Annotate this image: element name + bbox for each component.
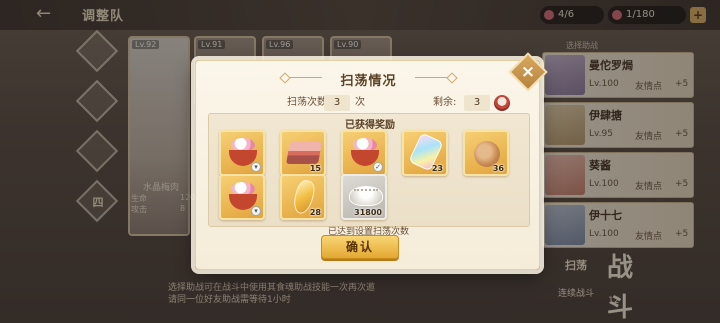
sweep-result-dialog: 扫荡情况 扫荡次数 3 次 剩余: 3 已获得奖励 ▾ 15 ✓ 23 36 ▾…	[195, 60, 540, 270]
check-badge-icon: ✓	[373, 162, 383, 172]
reward-item[interactable]: 36	[463, 130, 509, 176]
sweep-count-unit: 次	[355, 97, 365, 108]
reward-item[interactable]: ▾	[219, 174, 265, 220]
item-count: 28	[309, 208, 321, 217]
item-count: 36	[492, 164, 504, 173]
remaining-label: 剩余:	[433, 97, 457, 108]
reward-item[interactable]: 15	[280, 130, 326, 176]
reward-item[interactable]: 28	[280, 174, 326, 220]
bonus-badge-icon: ▾	[251, 206, 261, 216]
stamina-bowl-icon	[494, 95, 510, 111]
title-ornament	[415, 77, 449, 78]
reward-item[interactable]: ✓	[341, 130, 387, 176]
reward-panel: 已获得奖励 ▾ 15 ✓ 23 36 ▾ 28 31800	[208, 113, 530, 227]
remaining-value: 3	[464, 95, 490, 111]
dialog-title: 扫荡情况	[340, 74, 397, 89]
reward-item[interactable]: ▾	[219, 130, 265, 176]
confirm-button[interactable]: 确认	[321, 235, 399, 259]
rewards-header: 已获得奖励	[345, 120, 395, 131]
item-count: 15	[309, 164, 321, 173]
close-icon: ×	[520, 62, 536, 82]
bonus-badge-icon: ▾	[251, 162, 261, 172]
item-count: 31800	[354, 208, 382, 217]
reward-item[interactable]: 23	[402, 130, 448, 176]
reward-item[interactable]: 31800	[341, 174, 387, 220]
sweep-count-label: 扫荡次数	[287, 97, 327, 108]
item-count: 23	[431, 164, 443, 173]
cake-slice-icon	[286, 142, 322, 164]
dumpling-icon	[349, 186, 383, 206]
sweep-count-value: 3	[324, 95, 350, 111]
